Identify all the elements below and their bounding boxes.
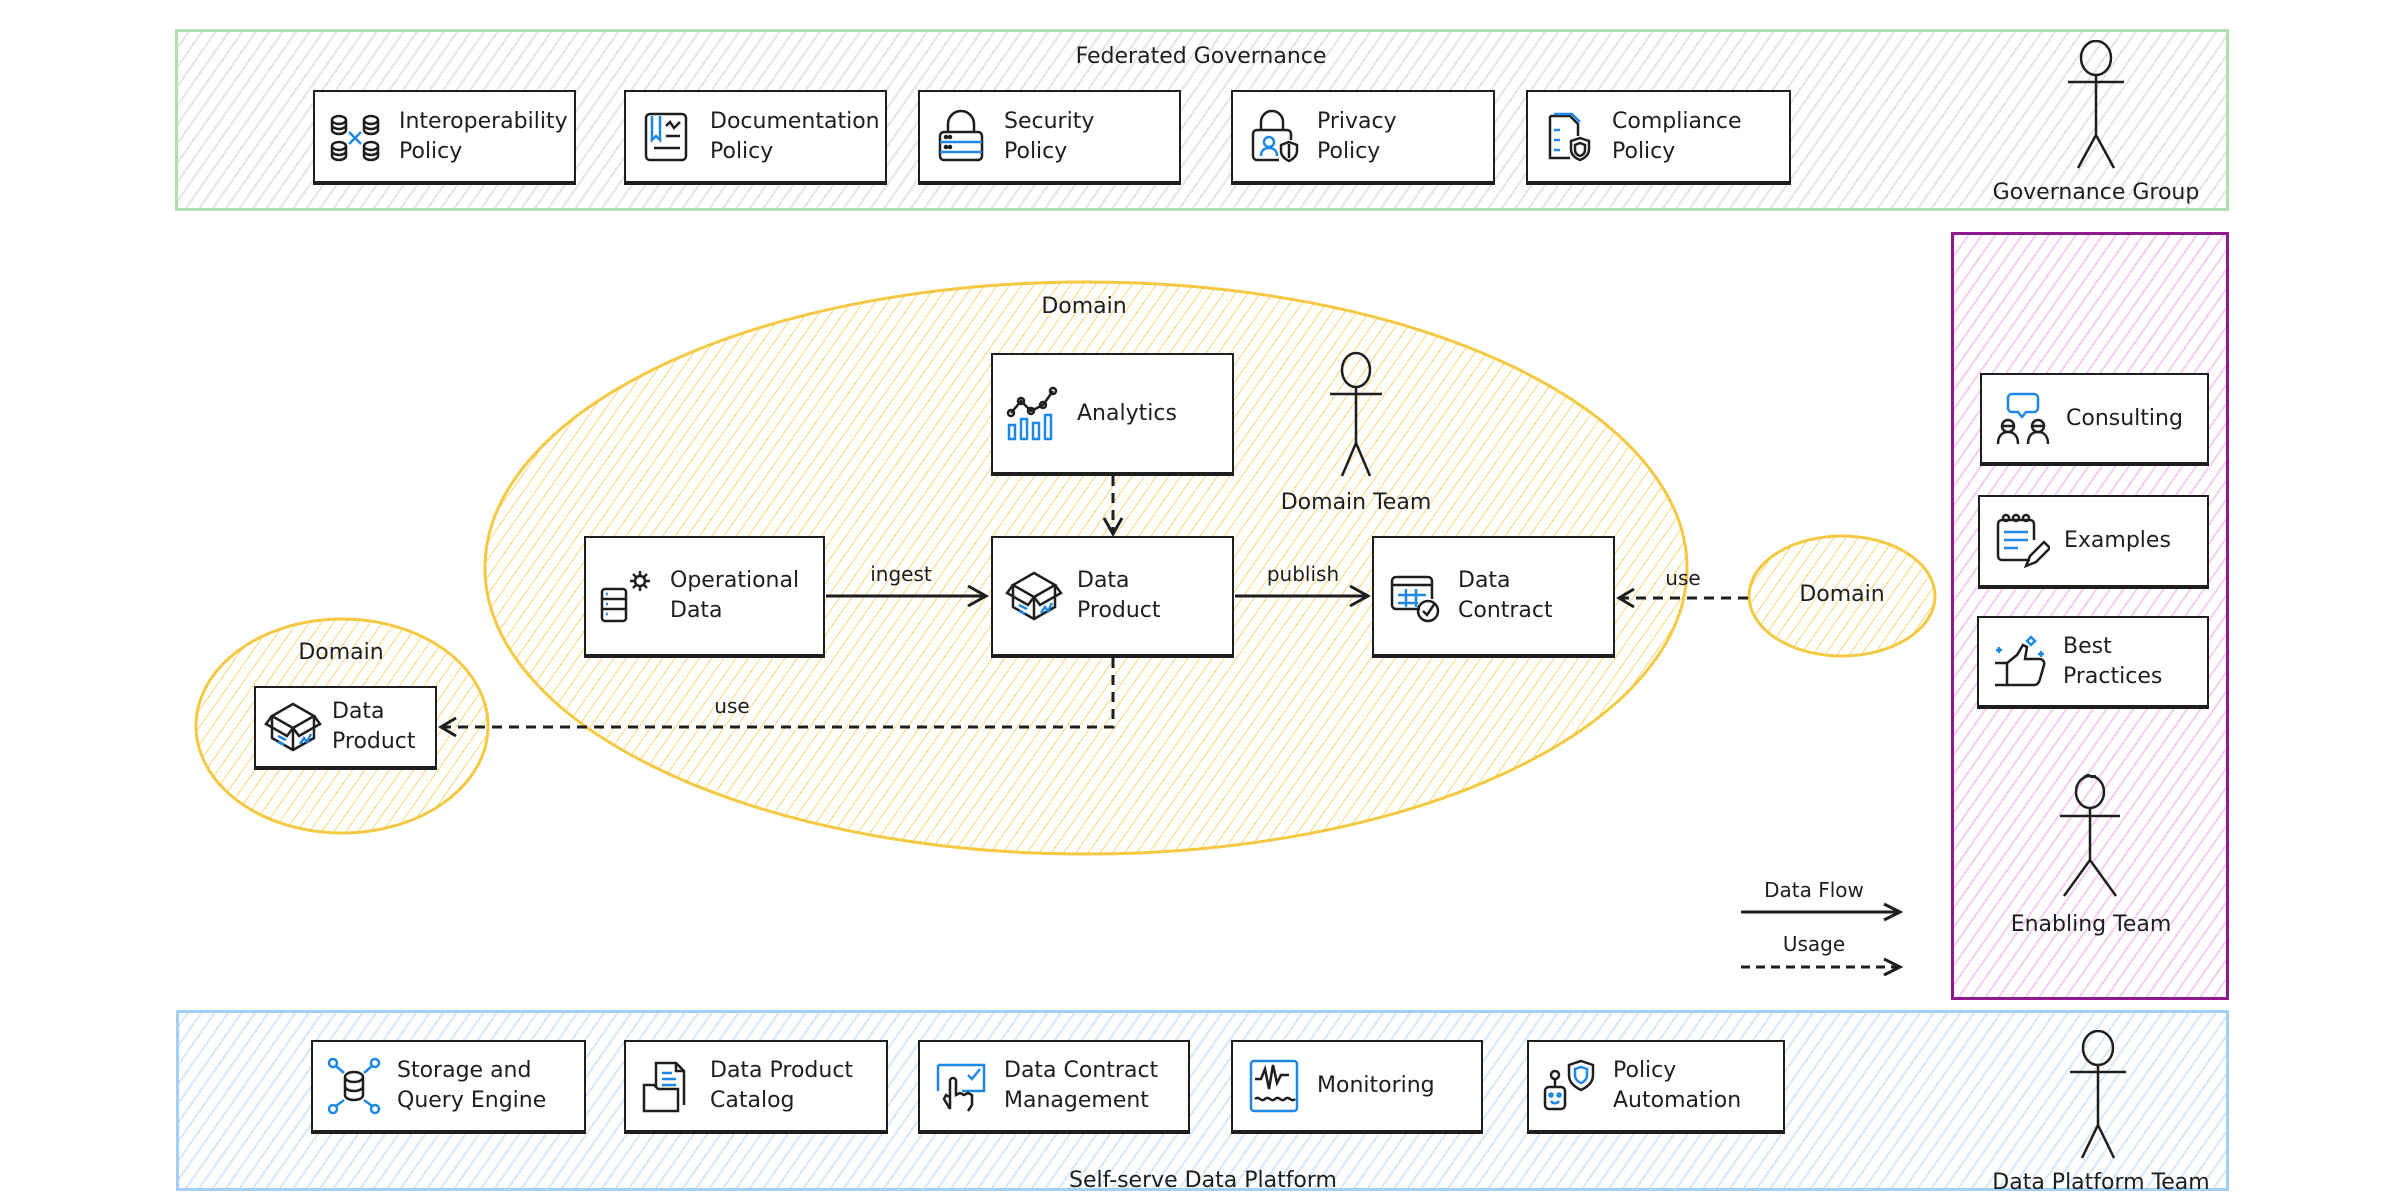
legend-usage-arrow [1741,957,1904,977]
catalog-label: Data Product Catalog [710,1058,854,1113]
platform-service-monitoring[interactable]: Monitoring [1231,1040,1483,1132]
best-practices-thumbs-up-icon [1991,633,2049,691]
diagram-canvas: Federated Governance Interoperability Po… [0,0,2402,1202]
edge-analytics-to-product[interactable] [1102,476,1124,538]
monitoring-label: Monitoring [1317,1073,1435,1098]
platform-service-contract-management[interactable]: Data Contract Management [918,1040,1190,1132]
data-platform-team-actor-icon [2070,1030,2126,1159]
edge-use-left[interactable] [438,658,1115,738]
enabling-team-actor-icon [2060,773,2120,897]
consulting-icon [1994,390,2052,448]
storage-label: Storage and Query Engine [397,1058,547,1113]
enabling-item-consulting[interactable]: Consulting [1980,373,2209,464]
platform-title: Self-serve Data Platform [1069,1168,1337,1193]
catalog-folder-icon [638,1057,696,1115]
examples-notepad-icon [1992,512,2050,570]
legend-data-flow-arrow [1741,902,1904,922]
storage-database-icon [325,1057,383,1115]
legend-usage-label: Usage [1782,932,1846,956]
edge-label-use-left: use [714,694,750,718]
best-practices-label: Best Practices [2063,633,2163,689]
platform-service-storage[interactable]: Storage and Query Engine [311,1040,586,1132]
platform-service-catalog[interactable]: Data Product Catalog [624,1040,888,1132]
edge-label-use-right: use [1665,566,1701,590]
contract-management-icon [932,1057,990,1115]
monitoring-icon [1245,1057,1303,1115]
enabling-item-examples[interactable]: Examples [1978,495,2209,587]
enabling-team-label: Enabling Team [2010,912,2172,937]
examples-label: Examples [2064,528,2171,553]
data-platform-team-label: Data Platform Team [1992,1170,2210,1195]
edge-ingest[interactable] [826,584,990,608]
consulting-label: Consulting [2066,405,2183,431]
edge-publish[interactable] [1235,584,1372,608]
edge-use-right[interactable] [1616,587,1748,609]
policy-automation-robot-icon [1541,1057,1599,1115]
policy-automation-label: Policy Automation [1613,1058,1742,1113]
edge-label-publish: publish [1266,562,1340,586]
contract-management-label: Data Contract Management [1004,1058,1159,1113]
enabling-item-best-practices[interactable]: Best Practices [1977,616,2209,707]
legend-data-flow-label: Data Flow [1764,878,1864,902]
platform-service-policy-automation[interactable]: Policy Automation [1527,1040,1785,1132]
edge-label-ingest: ingest [870,562,932,586]
